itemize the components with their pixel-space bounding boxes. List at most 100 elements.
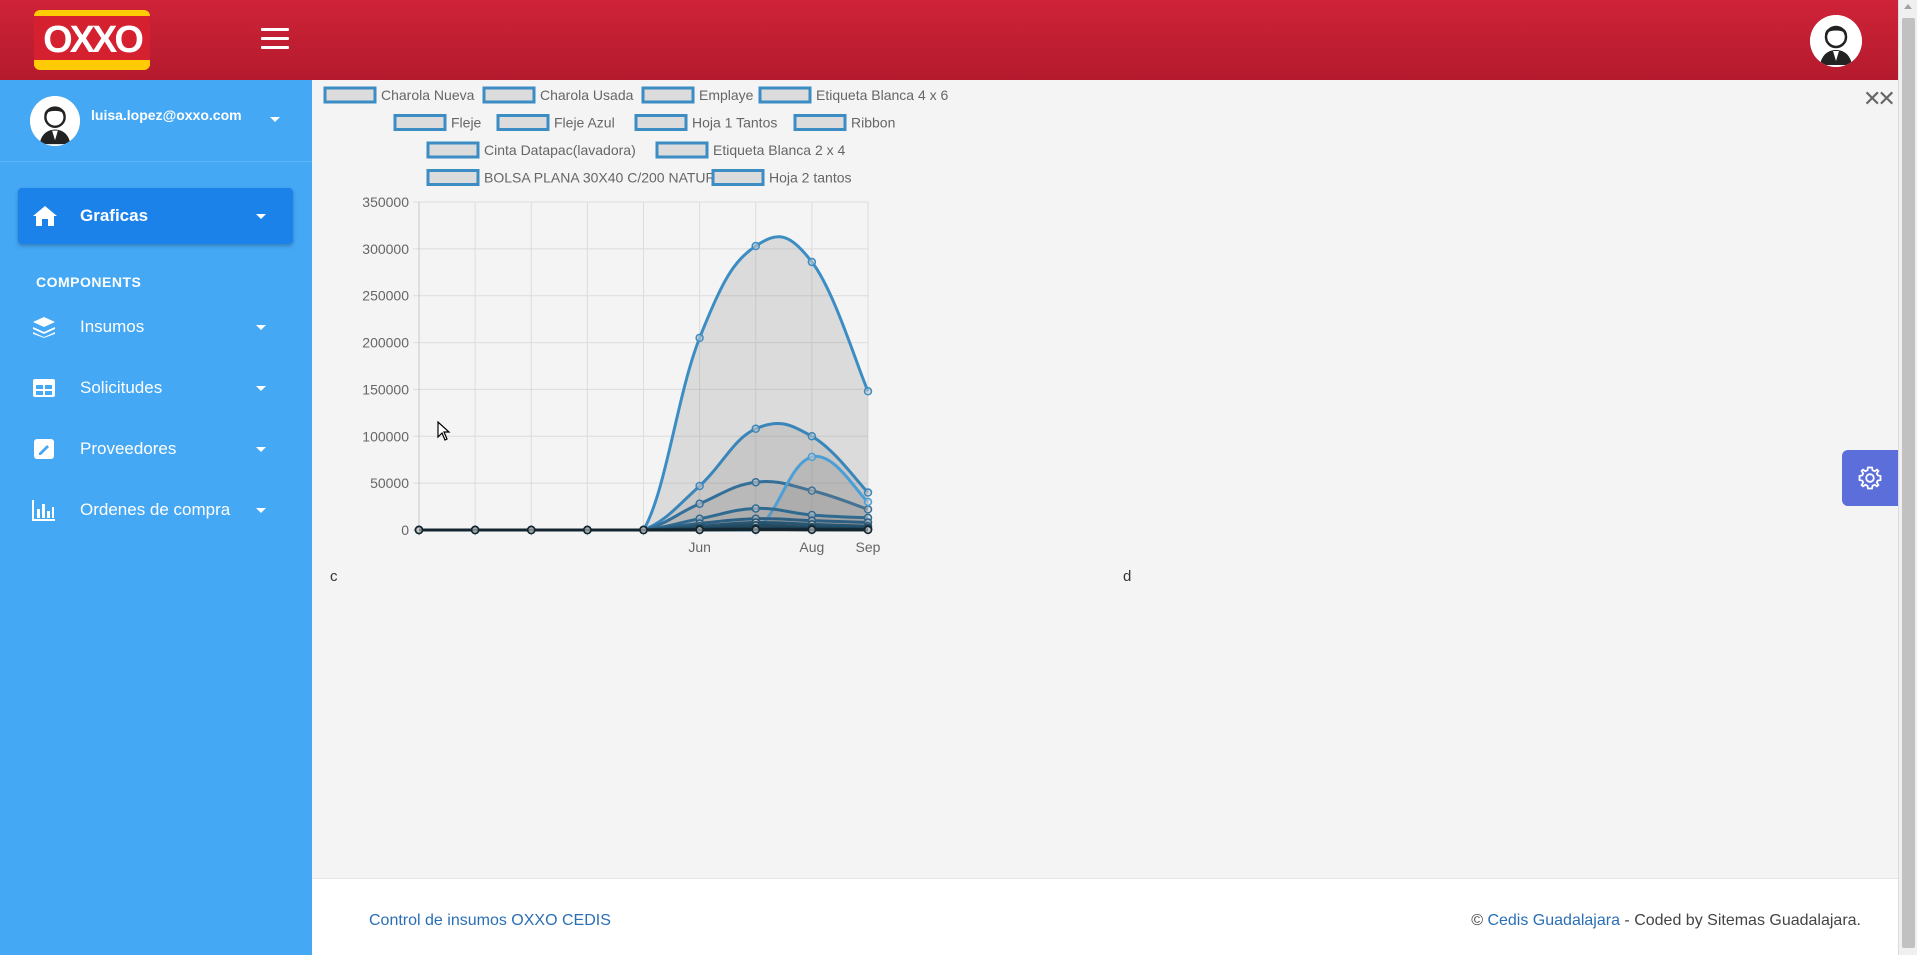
bar-chart-icon xyxy=(32,500,55,521)
sidebar: luisa.lopez@oxxo.com Graficas COMPONENTS… xyxy=(0,80,312,955)
legend-swatch xyxy=(655,141,709,159)
user-avatar-icon[interactable] xyxy=(1810,15,1862,67)
corner-label-right: d xyxy=(1123,568,1132,585)
legend-swatch xyxy=(758,86,812,104)
data-point xyxy=(751,477,760,487)
data-point xyxy=(695,333,704,343)
y-tick-label: 250000 xyxy=(362,288,409,304)
data-point xyxy=(751,241,760,251)
data-point xyxy=(807,452,817,462)
section-title: COMPONENTS xyxy=(36,274,142,290)
x-tick-label: Jun xyxy=(688,539,711,555)
data-point xyxy=(751,504,760,513)
logo-text: OXXO xyxy=(43,19,142,61)
legend-label: Etiqueta Blanca 4 x 6 xyxy=(816,87,949,103)
home-icon xyxy=(33,206,57,226)
x-tick-label: Aug xyxy=(799,539,824,555)
user-caret-down-icon[interactable] xyxy=(270,117,280,122)
sidebar-item-proveedores[interactable]: Proveedores xyxy=(18,427,293,471)
legend-label: Hoja 2 tantos xyxy=(769,170,852,186)
data-point xyxy=(863,387,873,396)
data-point xyxy=(414,525,424,535)
footer-brand-link[interactable]: Cedis Guadalajara xyxy=(1487,912,1620,929)
data-point xyxy=(751,424,760,434)
data-point xyxy=(470,525,480,535)
corner-label-left: c xyxy=(330,568,338,585)
y-tick-label: 200000 xyxy=(362,335,409,351)
area-chart: Charola Nueva Charola Usada Emplaye Etiquet… xyxy=(323,86,949,555)
legend-swatch xyxy=(634,114,688,131)
legend-label: Hoja 1 Tantos xyxy=(692,115,777,131)
hamburger-icon[interactable] xyxy=(261,28,289,50)
sidebar-item-label: Graficas xyxy=(80,206,149,225)
footer-credits: © Cedis Guadalajara - Coded by Sitemas G… xyxy=(1471,912,1861,930)
legend-label: Fleje xyxy=(451,115,482,131)
y-tick-label: 0 xyxy=(401,522,409,538)
footer: Control de insumos OXXO CEDIS © Cedis Gu… xyxy=(312,878,1898,955)
y-tick-label: 350000 xyxy=(362,194,409,210)
data-point xyxy=(695,499,704,509)
legend-swatch xyxy=(426,169,480,186)
mouse-cursor-icon xyxy=(437,421,451,441)
legend-label: Emplaye xyxy=(699,87,754,103)
copyright-symbol: © xyxy=(1471,912,1488,929)
gear-icon xyxy=(1858,466,1882,490)
main-content: Charola Nueva Charola Usada Emplaye Etiquet… xyxy=(312,80,1898,878)
y-tick-label: 50000 xyxy=(370,475,409,491)
table-icon xyxy=(33,379,55,397)
y-tick-label: 100000 xyxy=(362,428,409,444)
chevron-down-icon xyxy=(256,214,266,219)
y-tick-label: 300000 xyxy=(362,241,409,257)
legend-swatch xyxy=(641,86,695,104)
sidebar-item-label: Ordenes de compra xyxy=(80,500,231,519)
legend-swatch xyxy=(393,114,447,131)
footer-suffix: - Coded by Sitemas Guadalajara. xyxy=(1619,912,1861,929)
sidebar-item-insumos[interactable]: Insumos xyxy=(18,305,293,349)
data-point xyxy=(863,497,873,507)
data-point xyxy=(807,257,817,267)
legend-swatch xyxy=(482,86,536,104)
chevron-down-icon xyxy=(256,386,266,391)
legend-swatch xyxy=(711,169,765,186)
sidebar-item-label: Insumos xyxy=(80,317,145,336)
sidebar-item-ordenes-de-compra[interactable]: Ordenes de compra xyxy=(18,488,293,532)
sidebar-item-solicitudes[interactable]: Solicitudes xyxy=(18,366,293,410)
sidebar-avatar-icon xyxy=(30,96,80,146)
data-point xyxy=(527,525,536,535)
sidebar-item-graficas[interactable]: Graficas xyxy=(18,188,293,244)
settings-button[interactable] xyxy=(1842,450,1898,506)
data-point xyxy=(807,432,817,441)
legend-swatch xyxy=(793,114,847,131)
data-point xyxy=(863,525,873,535)
data-point xyxy=(807,525,817,535)
sidebar-user-block[interactable]: luisa.lopez@oxxo.com xyxy=(0,80,312,162)
page-scrollbar[interactable] xyxy=(1898,0,1917,955)
data-point xyxy=(639,525,648,535)
legend-label: Charola Nueva xyxy=(381,87,475,103)
user-email: luisa.lopez@oxxo.com xyxy=(91,107,242,123)
top-navbar: OXXO xyxy=(0,0,1898,80)
edit-icon xyxy=(34,439,54,459)
chevron-down-icon xyxy=(256,325,266,330)
oxxo-logo[interactable]: OXXO xyxy=(34,10,150,70)
y-tick-label: 150000 xyxy=(362,381,409,397)
legend-swatch xyxy=(323,86,377,104)
legend-label: BOLSA PLANA 30X40 C/200 NATURAL xyxy=(484,170,733,186)
x-tick-label: Sep xyxy=(856,539,881,555)
layers-icon xyxy=(33,317,55,338)
legend-label: Cinta Datapac(lavadora) xyxy=(484,142,636,158)
scroll-up-icon[interactable] xyxy=(1904,4,1912,9)
chevron-down-icon xyxy=(256,447,266,452)
close-icon[interactable]: ✕✕ xyxy=(1863,86,1896,112)
legend-label: Etiqueta Blanca 2 x 4 xyxy=(713,142,846,158)
footer-app-link[interactable]: Control de insumos OXXO CEDIS xyxy=(369,912,611,930)
legend-label: Ribbon xyxy=(851,115,895,131)
data-point xyxy=(583,525,592,535)
legend-label: Charola Usada xyxy=(540,87,634,103)
legend-swatch xyxy=(496,114,550,131)
scrollbar-thumb[interactable] xyxy=(1902,18,1915,948)
data-point xyxy=(695,481,704,491)
sidebar-item-label: Solicitudes xyxy=(80,378,163,397)
chevron-down-icon xyxy=(256,508,266,513)
sidebar-item-label: Proveedores xyxy=(80,439,177,458)
